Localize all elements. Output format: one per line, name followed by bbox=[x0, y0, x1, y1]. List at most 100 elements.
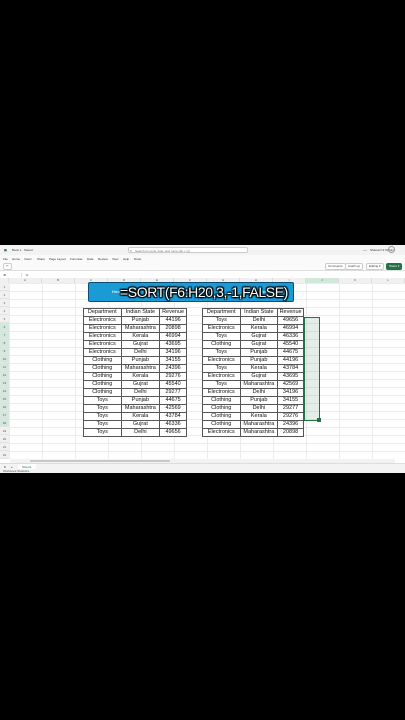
table-cell[interactable]: Clothing bbox=[202, 420, 241, 429]
table-cell[interactable]: 29276 bbox=[277, 412, 304, 421]
editing-button[interactable]: Editing ▾ bbox=[366, 263, 384, 270]
table-cell[interactable]: Delhi bbox=[120, 428, 161, 437]
table-cell[interactable]: Delhi bbox=[239, 388, 279, 397]
menu-formulas[interactable]: Formulas bbox=[70, 257, 83, 261]
table-cell[interactable]: 43784 bbox=[277, 364, 304, 373]
table-cell[interactable]: Toys bbox=[202, 380, 241, 389]
table-cell[interactable]: Kerala bbox=[239, 324, 279, 333]
table-cell[interactable]: 44196 bbox=[159, 316, 187, 325]
table-cell[interactable]: Electronics bbox=[83, 316, 122, 325]
catchup-button[interactable]: Catch up bbox=[345, 263, 364, 270]
row-header-8[interactable]: 8 bbox=[0, 339, 9, 347]
table-cell[interactable]: Clothing bbox=[83, 356, 122, 365]
table-cell[interactable]: Electronics bbox=[83, 340, 122, 349]
menu-review[interactable]: Review bbox=[98, 257, 108, 261]
menu-draw[interactable]: Draw bbox=[134, 257, 141, 261]
fill-handle[interactable] bbox=[317, 418, 321, 422]
workbook-title[interactable]: Book 1 · Saved bbox=[12, 248, 33, 252]
column-header-cell[interactable]: Revenue bbox=[159, 308, 187, 317]
table-cell[interactable]: Maharashtra bbox=[120, 324, 161, 333]
table-cell[interactable]: Gujrat bbox=[239, 372, 279, 381]
table-cell[interactable]: 49656 bbox=[159, 428, 187, 437]
table-cell[interactable]: 20898 bbox=[277, 428, 304, 437]
table-cell[interactable]: 29277 bbox=[277, 404, 304, 413]
scrollbar-thumb[interactable] bbox=[30, 460, 170, 462]
row-header-14[interactable]: 14 bbox=[0, 387, 9, 395]
table-cell[interactable]: Delhi bbox=[120, 348, 161, 357]
row-header-12[interactable]: 12 bbox=[0, 371, 9, 379]
table-cell[interactable]: Gujrat bbox=[239, 340, 279, 349]
table-cell[interactable]: Toys bbox=[83, 428, 122, 437]
row-header-13[interactable]: 13 bbox=[0, 379, 9, 387]
table-cell[interactable]: 24396 bbox=[277, 420, 304, 429]
table-cell[interactable]: Electronics bbox=[202, 324, 241, 333]
column-header-cell[interactable]: Department bbox=[202, 308, 241, 317]
table-cell[interactable]: 29277 bbox=[159, 388, 187, 397]
table-cell[interactable]: Maharashtra bbox=[239, 420, 279, 429]
row-header-19[interactable]: 19 bbox=[0, 427, 9, 435]
table-cell[interactable]: 46336 bbox=[159, 420, 187, 429]
row-header-15[interactable]: 15 bbox=[0, 395, 9, 403]
table-cell[interactable]: Clothing bbox=[83, 364, 122, 373]
table-cell[interactable]: 42569 bbox=[159, 404, 187, 413]
table-cell[interactable]: Toys bbox=[83, 404, 122, 413]
table-cell[interactable]: 49656 bbox=[277, 316, 304, 325]
row-header-3[interactable]: 3 bbox=[0, 299, 9, 307]
name-box[interactable]: J6 bbox=[3, 273, 22, 277]
table-cell[interactable]: Delhi bbox=[239, 404, 279, 413]
row-header-2[interactable]: 2 bbox=[0, 291, 9, 299]
table-cell[interactable]: 42569 bbox=[277, 380, 304, 389]
row-header-10[interactable]: 10 bbox=[0, 355, 9, 363]
row-header-5[interactable]: 5 bbox=[0, 315, 9, 323]
row-header-11[interactable]: 11 bbox=[0, 363, 9, 371]
minimize-button[interactable]: — bbox=[362, 247, 368, 252]
table-cell[interactable]: Punjab bbox=[239, 396, 279, 405]
table-cell[interactable]: Maharashtra bbox=[239, 380, 279, 389]
table-cell[interactable]: Kerala bbox=[239, 364, 279, 373]
table-cell[interactable]: Toys bbox=[202, 348, 241, 357]
table-cell[interactable]: Maharashtra bbox=[120, 404, 161, 413]
table-cell[interactable]: Punjab bbox=[239, 356, 279, 365]
table-cell[interactable]: 45540 bbox=[277, 340, 304, 349]
column-header-cell[interactable]: Indian State bbox=[120, 308, 161, 317]
row-header-4[interactable]: 4 bbox=[0, 307, 9, 315]
table-cell[interactable]: 43695 bbox=[159, 340, 187, 349]
table-cell[interactable]: Kerala bbox=[120, 412, 161, 421]
column-header-cell[interactable]: Department bbox=[83, 308, 122, 317]
table-cell[interactable]: 44196 bbox=[277, 356, 304, 365]
table-cell[interactable]: 43784 bbox=[159, 412, 187, 421]
table-cell[interactable]: 44675 bbox=[277, 348, 304, 357]
table-cell[interactable]: Electronics bbox=[83, 324, 122, 333]
row-header-21[interactable]: 21 bbox=[0, 443, 9, 451]
table-cell[interactable]: 20898 bbox=[159, 324, 187, 333]
table-cell[interactable]: 24396 bbox=[159, 364, 187, 373]
row-header-9[interactable]: 9 bbox=[0, 347, 9, 355]
column-header-cell[interactable]: Revenue bbox=[277, 308, 304, 317]
avatar[interactable] bbox=[388, 246, 395, 253]
table-cell[interactable]: Electronics bbox=[83, 332, 122, 341]
table-cell[interactable]: 29276 bbox=[159, 372, 187, 381]
table-cell[interactable]: Clothing bbox=[202, 340, 241, 349]
table-cell[interactable]: 34196 bbox=[159, 348, 187, 357]
row-header-7[interactable]: 7 bbox=[0, 331, 9, 339]
table-cell[interactable]: Maharashtra bbox=[120, 364, 161, 373]
table-cell[interactable]: Clothing bbox=[202, 404, 241, 413]
menu-view[interactable]: View bbox=[112, 257, 118, 261]
table-cell[interactable]: Electronics bbox=[83, 348, 122, 357]
menu-home[interactable]: Home bbox=[12, 257, 20, 261]
table-cell[interactable]: Clothing bbox=[83, 388, 122, 397]
menu-help[interactable]: Help bbox=[123, 257, 129, 261]
table-cell[interactable]: Toys bbox=[83, 412, 122, 421]
undo-icon[interactable]: ↶ bbox=[3, 263, 12, 270]
menu-page-layout[interactable]: Page Layout bbox=[49, 257, 66, 261]
row-header-22[interactable]: 22 bbox=[0, 451, 9, 459]
table-cell[interactable]: Toys bbox=[202, 332, 241, 341]
search-box[interactable]: ⌕ Search for tools, help, and more (Alt … bbox=[128, 247, 248, 253]
row-header-16[interactable]: 16 bbox=[0, 403, 9, 411]
table-cell[interactable]: Delhi bbox=[120, 388, 161, 397]
row-header-18[interactable]: 18 bbox=[0, 419, 9, 427]
table-cell[interactable]: Kerala bbox=[120, 372, 161, 381]
table-cell[interactable]: 34155 bbox=[159, 356, 187, 365]
table-cell[interactable]: Clothing bbox=[83, 372, 122, 381]
share-button[interactable]: Share ▾ bbox=[386, 263, 403, 270]
